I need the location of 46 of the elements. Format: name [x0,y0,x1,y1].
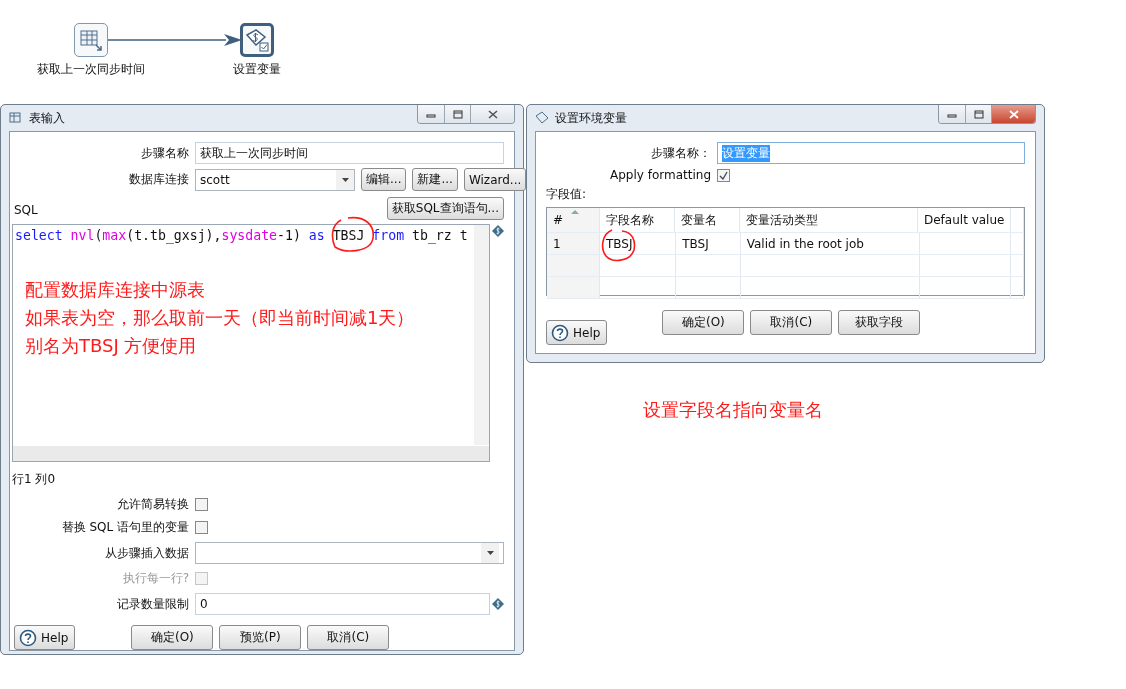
dialog-button[interactable]: 获取字段 [838,310,921,335]
field-label: 从步骤插入数据 [104,544,189,562]
connection-dropdown[interactable]: scott [195,168,355,191]
step-label: 获取上一次同步时间 [37,61,145,78]
help-button[interactable]: Help [14,625,76,650]
field-label: 允许简易转换 [116,496,189,513]
get-sql-button[interactable]: 获取SQL查询语句... [386,197,504,220]
window-title: 表输入 [29,109,65,127]
help-button[interactable]: Help [546,320,608,345]
annotation-text: 设置字段名指向变量名 [643,398,823,422]
field-label: 替换 SQL 语句里的变量 [60,519,189,536]
field-label: 步骤名称 [140,144,189,162]
field-label: Apply formatting [609,168,711,182]
section-label: 字段值: [546,186,588,203]
table-cell: Valid in the root job [740,233,921,254]
sql-editor[interactable]: select nvl(max(t.tb_gxsj),sysdate-1) as TBSJ from tb_rz t 配置数据库连接中源表 如果表为空，那么取前一天（即当前时间减1天） 别名为TBSJ 方便使用 [12,224,491,462]
dialog-button[interactable]: 预览(P) [219,625,302,650]
field-label: 数据库连接 [128,171,189,188]
column-header[interactable]: 变量名 [675,208,740,232]
dialog-button[interactable]: 取消(C) [750,310,833,335]
step-label: 设置变量 [233,61,281,78]
connection-button[interactable]: Wizard... [463,168,527,191]
annotation-text: 如果表为空，那么取前一天（即当前时间减1天） [25,306,416,330]
sql-code: select nvl(max(t.tb_gxsj),sysdate-1) as TBSJ from tb_rz t [15,228,469,243]
field-label: 步骤名称： [650,144,711,162]
column-header[interactable]: Default value [918,208,1011,232]
field-label: 记录数量限制 [116,595,189,613]
annotation-text: 配置数据库连接中源表 [25,278,206,302]
table-cell: TBSJ [599,233,677,254]
column-header[interactable]: 字段名称 [599,208,676,232]
dialog-button[interactable]: 取消(C) [307,625,390,650]
dialog-button[interactable]: 确定(O) [131,625,214,650]
cursor-position: 行1 列0 [12,471,57,488]
dialog-button[interactable]: 确定(O) [662,310,745,335]
connection-button[interactable]: 编辑... [361,168,407,191]
annotation-text: 别名为TBSJ 方便使用 [25,334,198,358]
field-label: 执行每一行? [121,570,189,587]
step-name-field[interactable]: 获取上一次同步时间 [195,142,504,164]
sql-label: SQL [14,203,38,217]
window-title: 设置环境变量 [555,109,627,127]
column-header[interactable]: 变量活动类型 [739,208,918,232]
table-cell: 1 [547,233,600,254]
table-cell: TBSJ [676,233,741,254]
limit-field[interactable]: 0 [195,593,490,615]
connection-button[interactable]: 新建... [412,168,458,191]
column-header[interactable]: # [547,208,600,232]
